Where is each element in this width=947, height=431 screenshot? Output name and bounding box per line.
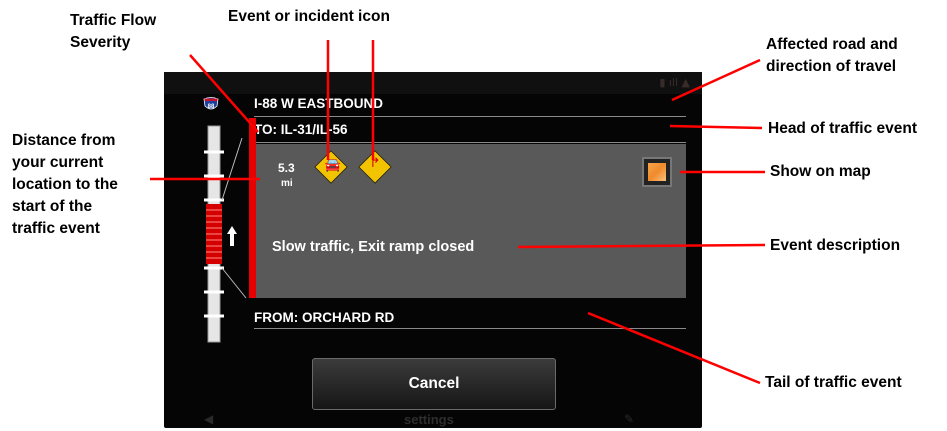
callout-line-road — [671, 58, 761, 102]
callout-line-description — [517, 243, 766, 249]
callout-line-head — [669, 124, 763, 130]
callout-line-tail — [587, 311, 761, 385]
callout-line-severity — [189, 54, 259, 133]
callout-lines — [150, 40, 766, 385]
